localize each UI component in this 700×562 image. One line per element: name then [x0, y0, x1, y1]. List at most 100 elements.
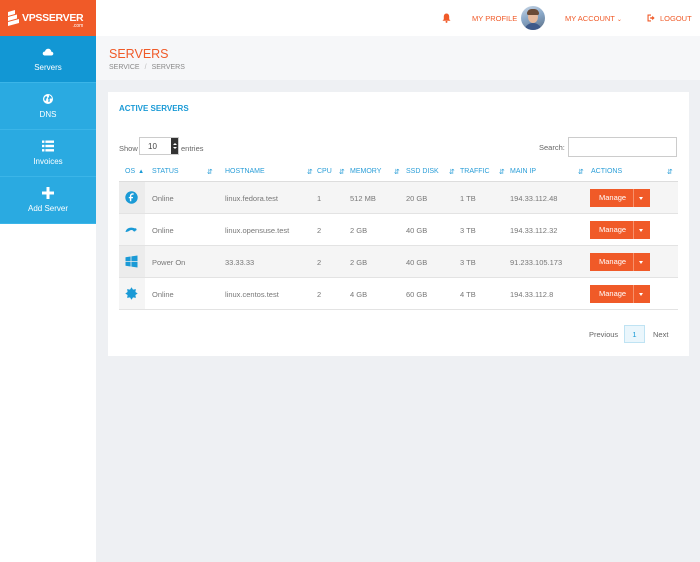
sidebar-item-add-server[interactable]: Add Server: [0, 177, 96, 224]
sort-icon[interactable]: ⇵: [667, 168, 673, 176]
ip-cell: 194.33.112.8: [510, 290, 554, 299]
column-header-main-ip[interactable]: MAIN IP: [510, 168, 536, 175]
manage-button[interactable]: Manage: [590, 221, 650, 239]
sort-icon[interactable]: ⇵: [499, 168, 505, 176]
column-header-ssd-disk[interactable]: SSD DISK: [406, 168, 439, 175]
os-cell: [119, 214, 145, 245]
sidebar-nav: Servers DNS Invoices Add Server: [0, 36, 96, 224]
hostname-cell: linux.centos.test: [225, 290, 279, 299]
pagination-previous[interactable]: Previous: [589, 330, 618, 339]
breadcrumb-service[interactable]: SERVICE: [109, 64, 140, 71]
breadcrumb: SERVICE / SERVERS: [109, 64, 185, 71]
search-input[interactable]: [568, 137, 677, 157]
manage-button[interactable]: Manage: [590, 253, 650, 271]
fedora-icon: [125, 191, 138, 204]
column-header-cpu[interactable]: CPU: [317, 168, 332, 175]
my-account-label: MY ACCOUNT: [565, 14, 615, 23]
page-title: SERVERS: [109, 47, 169, 61]
status-cell: Online: [152, 226, 174, 235]
windows-icon: [125, 255, 138, 268]
pagination-page-1[interactable]: 1: [624, 325, 645, 343]
table-row: Online linux.centos.test 2 4 GB 60 GB 4 …: [119, 278, 678, 310]
avatar[interactable]: [521, 6, 545, 30]
vpsserver-logo-icon: [8, 10, 19, 26]
manage-button-label: Manage: [599, 289, 627, 298]
sort-icon[interactable]: ⇵: [449, 168, 455, 176]
hostname-cell: linux.fedora.test: [225, 194, 278, 203]
ip-cell: 194.33.112.32: [510, 226, 558, 235]
list-icon: [42, 140, 54, 152]
sort-icon[interactable]: ⇵: [207, 168, 213, 176]
search-label: Search:: [539, 143, 565, 152]
status-cell: Online: [152, 194, 174, 203]
globe-icon: [43, 94, 53, 104]
brand-suffix: .com: [72, 22, 84, 29]
logout-icon[interactable]: [647, 14, 655, 22]
top-bar: MY PROFILE MY ACCOUNT ⌄ LOGOUT: [96, 0, 700, 36]
hostname-cell: linux.opensuse.test: [225, 226, 290, 235]
my-account-menu[interactable]: MY ACCOUNT ⌄: [565, 14, 622, 23]
brand-logo[interactable]: VPSSERVER .com: [0, 0, 96, 36]
sidebar-item-label: DNS: [39, 110, 57, 119]
sort-icon[interactable]: ⇵: [307, 168, 313, 176]
sidebar: VPSSERVER .com Servers DNS Invoices Add S…: [0, 0, 96, 562]
manage-button-label: Manage: [599, 257, 627, 266]
sort-icon[interactable]: ⇵: [578, 168, 584, 176]
show-label: Show: [119, 144, 138, 153]
traffic-cell: 1 TB: [460, 194, 476, 203]
sidebar-item-dns[interactable]: DNS: [0, 83, 96, 130]
logout-link[interactable]: LOGOUT: [660, 14, 692, 23]
cpu-cell: 1: [317, 194, 322, 203]
table-header: OS ▲ STATUS HOSTNAME CPU MEMORY SSD DISK …: [119, 161, 678, 182]
manage-button-label: Manage: [599, 193, 627, 202]
sidebar-item-servers[interactable]: Servers: [0, 36, 96, 83]
my-profile-link[interactable]: MY PROFILE: [472, 14, 517, 23]
active-servers-card: ACTIVE SERVERS Show 10 entries Search: O…: [108, 92, 689, 356]
sort-icon[interactable]: ⇵: [339, 168, 345, 176]
os-cell: [119, 182, 145, 213]
cpu-cell: 2: [317, 258, 322, 267]
status-cell: Power On: [152, 258, 186, 267]
manage-button[interactable]: Manage: [590, 189, 650, 207]
entries-select[interactable]: 10: [139, 137, 179, 155]
opensuse-icon: [125, 227, 138, 232]
centos-icon: [125, 287, 138, 300]
cpu-cell: 2: [317, 226, 322, 235]
column-header-memory[interactable]: MEMORY: [350, 168, 381, 175]
sidebar-item-invoices[interactable]: Invoices: [0, 130, 96, 177]
column-header-status[interactable]: STATUS: [152, 168, 179, 175]
card-title: ACTIVE SERVERS: [119, 104, 189, 113]
column-header-actions[interactable]: ACTIONS: [591, 168, 622, 175]
column-header-os[interactable]: OS ▲: [125, 168, 144, 175]
column-header-traffic[interactable]: TRAFFIC: [460, 168, 490, 175]
caret-down-icon: [639, 197, 643, 200]
select-arrows-icon: [171, 138, 178, 154]
table-row: Online linux.opensuse.test 2 2 GB 40 GB …: [119, 214, 678, 246]
pagination-next[interactable]: Next: [653, 330, 668, 339]
cpu-cell: 2: [317, 290, 322, 299]
breadcrumb-servers: SERVERS: [151, 64, 185, 71]
traffic-cell: 3 TB: [460, 258, 476, 267]
column-header-hostname[interactable]: HOSTNAME: [225, 168, 265, 175]
os-cell: [119, 246, 145, 277]
sort-icon[interactable]: ⇵: [394, 168, 400, 176]
sidebar-item-label: Servers: [34, 63, 62, 72]
memory-cell: 2 GB: [350, 258, 368, 267]
cloud-icon: [42, 48, 54, 56]
bell-icon[interactable]: [442, 13, 451, 23]
table-row: Power On 33.33.33 2 2 GB 40 GB 3 TB 91.2…: [119, 246, 678, 278]
entries-select-value: 10: [148, 142, 157, 151]
sidebar-item-label: Invoices: [33, 157, 63, 166]
caret-down-icon: [639, 293, 643, 296]
traffic-cell: 4 TB: [460, 290, 476, 299]
manage-button-label: Manage: [599, 225, 627, 234]
os-cell: [119, 278, 145, 309]
manage-button[interactable]: Manage: [590, 285, 650, 303]
chevron-down-icon: ⌄: [616, 17, 622, 23]
memory-cell: 512 MB: [350, 194, 376, 203]
disk-cell: 40 GB: [406, 258, 428, 267]
traffic-cell: 3 TB: [460, 226, 476, 235]
memory-cell: 2 GB: [350, 226, 368, 235]
brand-name: VPSSERVER .com: [22, 11, 84, 29]
status-cell: Online: [152, 290, 174, 299]
